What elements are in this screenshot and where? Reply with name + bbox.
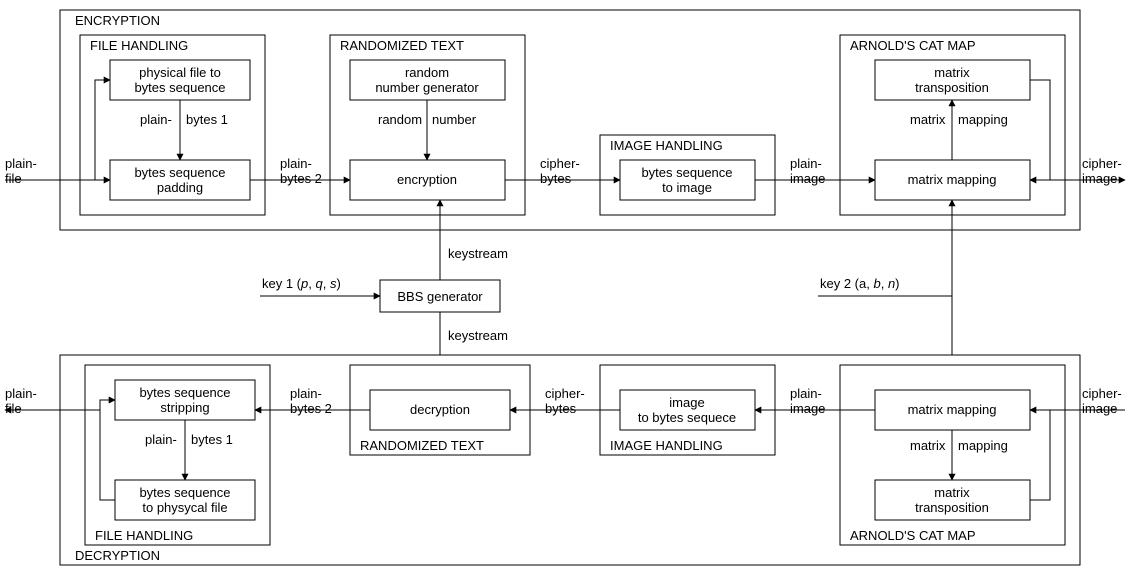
dec-e1-l2: image bbox=[790, 401, 825, 416]
enc-acm-box1-l2: transposition bbox=[915, 80, 989, 95]
dec-fh-box1-l2: stripping bbox=[160, 400, 209, 415]
bbs-label: BBS generator bbox=[397, 289, 483, 304]
enc-out-l2: image bbox=[1082, 171, 1117, 186]
dec-in-l1: cipher- bbox=[1082, 386, 1122, 401]
enc-e1-l2: bytes 2 bbox=[280, 171, 322, 186]
enc-rt-box1-l2: number generator bbox=[375, 80, 479, 95]
dec-fh-edge-l2: bytes 1 bbox=[191, 432, 233, 447]
enc-e3-l2: image bbox=[790, 171, 825, 186]
decryption-title: DECRYPTION bbox=[75, 548, 160, 563]
dec-e2-l2: bytes bbox=[545, 401, 577, 416]
dec-acm-box2-l2: transposition bbox=[915, 500, 989, 515]
encryption-title: ENCRYPTION bbox=[75, 13, 160, 28]
enc-fh-box1-l1: physical file to bbox=[139, 65, 221, 80]
keystream-up-label: keystream bbox=[448, 246, 508, 261]
enc-rt-box1-l1: random bbox=[405, 65, 449, 80]
enc-fh-edge-l1: plain- bbox=[140, 112, 172, 127]
dec-acm-edge-l2: mapping bbox=[958, 438, 1008, 453]
enc-fh-edge-l2: bytes 1 bbox=[186, 112, 228, 127]
dec-fh-edge-l1: plain- bbox=[145, 432, 177, 447]
dec-ih-box1-l1: image bbox=[669, 395, 704, 410]
dec-rt-title: RANDOMIZED TEXT bbox=[360, 438, 484, 453]
enc-e2-l1: cipher- bbox=[540, 156, 580, 171]
dec-rt-box1-label: decryption bbox=[410, 402, 470, 417]
enc-acm-edge-l1: matrix bbox=[910, 112, 946, 127]
enc-e1-l1: plain- bbox=[280, 156, 312, 171]
enc-e2-l2: bytes bbox=[540, 171, 572, 186]
dec-e1-l1: plain- bbox=[790, 386, 822, 401]
dec-fh-box1-l1: bytes sequence bbox=[139, 385, 230, 400]
dec-fh-title: FILE HANDLING bbox=[95, 528, 193, 543]
enc-rt-edge-l1: random bbox=[378, 112, 422, 127]
dec-ih-box1-l2: to bytes sequece bbox=[638, 410, 736, 425]
enc-fh-box1-l2: bytes sequence bbox=[134, 80, 225, 95]
keystream-down-label: keystream bbox=[448, 328, 508, 343]
dec-acm-box2-l1: matrix bbox=[934, 485, 970, 500]
enc-out-l1: cipher- bbox=[1082, 156, 1122, 171]
dec-acm-edge-l1: matrix bbox=[910, 438, 946, 453]
enc-ih-box1-l2: to image bbox=[662, 180, 712, 195]
dec-fh-box2-l2: to physycal file bbox=[142, 500, 227, 515]
enc-rt-edge-l2: number bbox=[432, 112, 477, 127]
enc-in-l1: plain- bbox=[5, 156, 37, 171]
enc-acm-box1-l1: matrix bbox=[934, 65, 970, 80]
enc-fh-box2-l1: bytes sequence bbox=[134, 165, 225, 180]
enc-ih-box1-l1: bytes sequence bbox=[641, 165, 732, 180]
enc-in-l2: file bbox=[5, 171, 22, 186]
enc-rt-box2: encryption bbox=[397, 172, 457, 187]
enc-acm-edge-l2: mapping bbox=[958, 112, 1008, 127]
enc-fh-box2-l2: padding bbox=[157, 180, 203, 195]
enc-rt-title: RANDOMIZED TEXT bbox=[340, 38, 464, 53]
enc-acm-box2: matrix mapping bbox=[908, 172, 997, 187]
dec-out-l2: file bbox=[5, 401, 22, 416]
dec-ih-title: IMAGE HANDLING bbox=[610, 438, 723, 453]
dec-acm-title: ARNOLD'S CAT MAP bbox=[850, 528, 976, 543]
dec-acm-box1-label: matrix mapping bbox=[908, 402, 997, 417]
enc-ih-title: IMAGE HANDLING bbox=[610, 138, 723, 153]
dec-fh-box2-l1: bytes sequence bbox=[139, 485, 230, 500]
enc-file-handling-title: FILE HANDLING bbox=[90, 38, 188, 53]
key1-label: key 1 (p, q, s) bbox=[262, 276, 341, 291]
dec-out-l1: plain- bbox=[5, 386, 37, 401]
enc-e3-l1: plain- bbox=[790, 156, 822, 171]
dec-in-l2: image bbox=[1082, 401, 1117, 416]
enc-acm-title: ARNOLD'S CAT MAP bbox=[850, 38, 976, 53]
dec-e2-l1: cipher- bbox=[545, 386, 585, 401]
key2-label: key 2 (a, b, n) bbox=[820, 276, 900, 291]
dec-e3-l2: bytes 2 bbox=[290, 401, 332, 416]
dec-e3-l1: plain- bbox=[290, 386, 322, 401]
